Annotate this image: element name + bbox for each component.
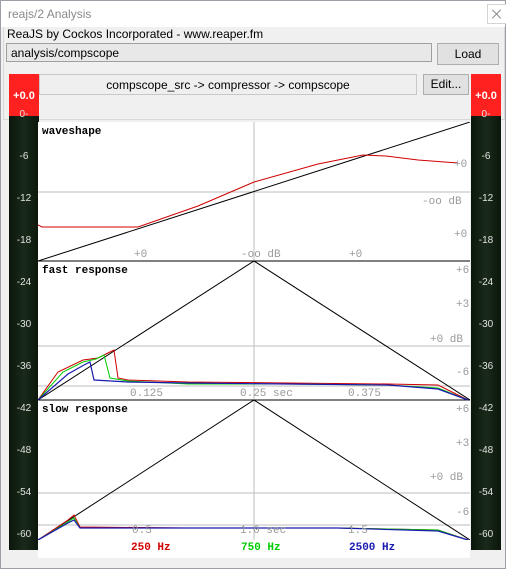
left-meter-tick: -30 — [16, 319, 32, 330]
load-button[interactable]: Load — [437, 43, 499, 65]
left-meter-tick: 0- — [19, 109, 29, 120]
left-meter-tick: -12 — [16, 193, 32, 204]
window-title: reajs/2 Analysis — [8, 7, 92, 21]
right-meter-tick: -6 — [481, 151, 491, 162]
edit-button[interactable]: Edit... — [423, 74, 469, 95]
script-path-field[interactable]: analysis/compscope — [6, 43, 432, 62]
slow-label-6: 1.5 — [348, 525, 368, 537]
fast-label-1: +3 — [456, 299, 469, 311]
title-bar: reajs/2 Analysis — [1, 1, 506, 27]
right-meter-tick: -24 — [478, 277, 494, 288]
right-meter-tick: -36 — [478, 361, 494, 372]
slow-label-5: 1.0 sec — [240, 525, 286, 537]
close-button[interactable] — [487, 4, 506, 24]
group-label: ReaJS by Cockos Incorporated - www.reape… — [7, 27, 264, 41]
right-meter-tick: -60 — [478, 529, 494, 540]
left-meter-tick: -60 — [16, 529, 32, 540]
waveshape-label-3: +0 — [349, 249, 362, 261]
left-meter-tick: -24 — [16, 277, 32, 288]
chain-display: compscope_src -> compressor -> compscope — [39, 74, 417, 95]
left-meter-scale: 0- -6 -12 -18 -24 -30 -36 -42 -48 -54 -60 — [9, 109, 39, 569]
right-meter-tick: -42 — [478, 403, 494, 414]
waveshape-label-5: +0 — [454, 229, 467, 241]
fast-label-4: 0.125 — [130, 388, 163, 400]
left-meter-tick: -6 — [19, 151, 29, 162]
fast-label-6: 0.375 — [348, 388, 381, 400]
window: reajs/2 Analysis ReaJS by Cockos Incorpo… — [0, 0, 506, 569]
left-meter-tick: -48 — [16, 445, 32, 456]
left-meter-tick: -18 — [16, 235, 32, 246]
legend-250hz: 250 Hz — [131, 542, 171, 554]
fast-label-2: +0 dB — [430, 334, 463, 346]
waveshape-label-1: -oo dB — [241, 249, 281, 261]
right-meter-tick: -48 — [478, 445, 494, 456]
fast-response-title: fast response — [42, 265, 128, 277]
slow-label-0: +6 — [456, 404, 469, 416]
slow-response-title: slow response — [42, 404, 128, 416]
fast-label-5: 0.25 sec — [240, 388, 293, 400]
waveshape-title: waveshape — [42, 126, 102, 138]
fast-label-0: +6 — [456, 265, 469, 277]
right-meter-scale: 0- -6 -12 -18 -24 -30 -36 -42 -48 -54 -60 — [471, 109, 501, 569]
right-meter-tick: -12 — [478, 193, 494, 204]
legend-2500hz: 2500 Hz — [349, 542, 396, 554]
left-meter-tick: -42 — [16, 403, 32, 414]
slow-label-4: 0.5 — [132, 525, 152, 537]
waveshape-label-2: -oo dB — [422, 196, 462, 208]
slow-label-2: +0 dB — [430, 472, 463, 484]
right-meter-tick: -54 — [478, 487, 494, 498]
right-meter-tick: -18 — [478, 235, 494, 246]
waveshape-label-0: +0 — [134, 249, 147, 261]
waveshape-label-4: +0 — [454, 159, 467, 171]
right-meter-tick: -30 — [478, 319, 494, 330]
slow-label-3: -6 — [456, 507, 469, 519]
slow-label-1: +3 — [456, 438, 469, 450]
analysis-graph: waveshape +0 -oo dB -oo dB +0 +0 +0 fast… — [38, 122, 470, 540]
waveshape-response-curve — [38, 154, 459, 228]
right-meter-tick: 0- — [481, 109, 491, 120]
legend-750hz: 750 Hz — [241, 542, 281, 554]
left-meter-tick: -36 — [16, 361, 32, 372]
left-meter-tick: -54 — [16, 487, 32, 498]
fast-label-3: -6 — [456, 367, 469, 379]
